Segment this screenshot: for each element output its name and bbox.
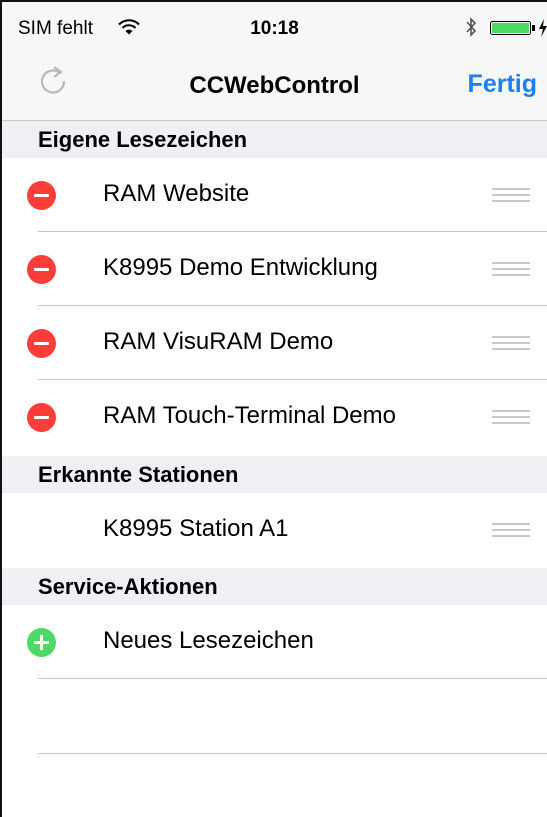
section-header-stations: Erkannte Stationen — [2, 456, 547, 493]
add-bookmark-label: Neues Lesezeichen — [103, 627, 314, 654]
add-bookmark-row[interactable]: Neues Lesezeichen — [2, 605, 547, 679]
station-label: K8995 Station A1 — [103, 515, 289, 542]
reorder-handle-icon[interactable] — [492, 336, 530, 350]
bookmark-label: RAM Touch-Terminal Demo — [103, 402, 396, 429]
page-title: CCWebControl — [189, 72, 360, 99]
bookmark-label: RAM VisuRAM Demo — [103, 328, 334, 355]
station-row[interactable]: K8995 Station A1 — [2, 493, 547, 567]
delete-icon[interactable] — [27, 181, 56, 210]
add-icon[interactable] — [27, 628, 56, 657]
bluetooth-icon — [466, 17, 477, 37]
reorder-handle-icon[interactable] — [492, 410, 530, 424]
bookmark-label: RAM Website — [103, 180, 250, 207]
section-header-service: Service-Aktionen — [2, 568, 547, 605]
navigation-bar: CCWebControl Fertig — [2, 52, 547, 121]
section-header-bookmarks: Eigene Lesezeichen — [2, 121, 547, 158]
bookmark-row[interactable]: K8995 Demo Entwicklung — [2, 232, 547, 306]
reorder-handle-icon[interactable] — [492, 523, 530, 537]
bookmark-row[interactable]: RAM VisuRAM Demo — [2, 306, 547, 380]
section-title: Erkannte Stationen — [38, 462, 239, 487]
row-separator — [38, 678, 547, 679]
charging-bolt-icon — [539, 19, 547, 37]
battery-icon — [490, 21, 535, 35]
section-title: Eigene Lesezeichen — [38, 127, 248, 152]
bookmark-row[interactable]: RAM Website — [2, 158, 547, 232]
done-button[interactable]: Fertig — [468, 70, 537, 99]
reorder-handle-icon[interactable] — [492, 188, 530, 202]
delete-icon[interactable] — [27, 403, 56, 432]
section-title: Service-Aktionen — [38, 574, 218, 599]
bookmark-row[interactable]: RAM Touch-Terminal Demo — [2, 380, 547, 454]
delete-icon[interactable] — [27, 329, 56, 358]
delete-icon[interactable] — [27, 255, 56, 284]
empty-row-separator — [38, 753, 547, 754]
status-bar: SIM fehlt 10:18 — [2, 2, 547, 52]
reorder-handle-icon[interactable] — [492, 262, 530, 276]
bookmark-label: K8995 Demo Entwicklung — [103, 254, 378, 281]
